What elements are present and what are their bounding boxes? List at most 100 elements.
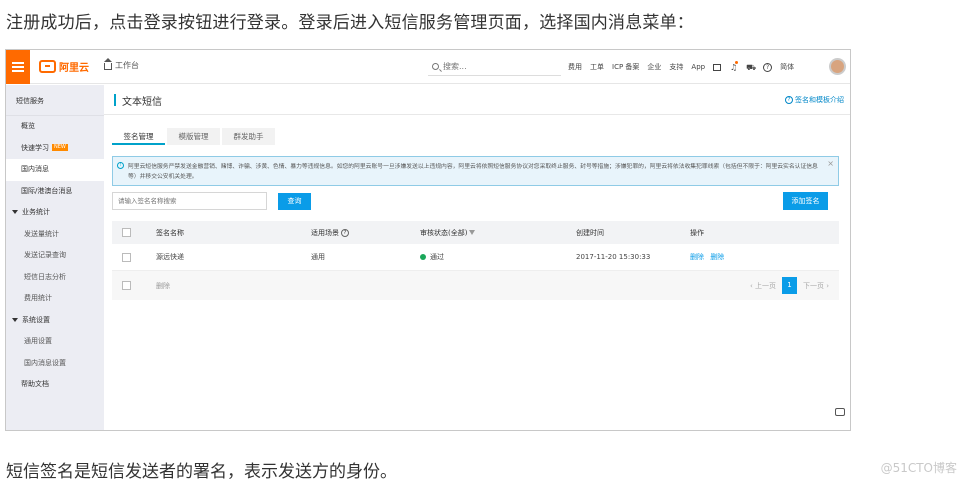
home-icon	[104, 58, 112, 70]
chat-icon	[835, 408, 845, 416]
logo-text: 阿里云	[59, 63, 89, 74]
tab-template-management[interactable]: 模版管理	[167, 128, 220, 145]
menu-icon	[12, 62, 24, 64]
sidebar-item-international-messages[interactable]: 国际/港澳台消息	[6, 181, 104, 203]
cell-scene: 通用	[311, 253, 325, 261]
sidebar-item-domestic-settings[interactable]: 国内消息设置	[6, 353, 104, 375]
feedback-chat-button[interactable]	[832, 405, 848, 419]
row-delete-link[interactable]: 删除	[710, 253, 724, 261]
sidebar-item-label: 快速学习	[21, 143, 49, 152]
caret-down-icon	[12, 210, 18, 214]
footer-select-checkbox[interactable]	[122, 281, 131, 290]
sidebar-group-system-settings[interactable]: 系统设置	[6, 310, 104, 332]
row-action-link[interactable]: 删除	[690, 253, 704, 261]
sidebar-item-label: 短信日志分析	[24, 272, 66, 281]
add-signature-button[interactable]: 添加签名	[783, 192, 828, 210]
column-header-name: 签名名称	[156, 228, 184, 237]
table-header: 签名名称 适用场景? 审核状态(全部) 创建时间 操作	[112, 221, 839, 244]
sidebar-item-overview[interactable]: 概览	[6, 116, 104, 138]
sidebar-item-label: 帮助文档	[21, 380, 49, 388]
sidebar-item-label: 系统设置	[22, 315, 50, 324]
page-header: 文本短信 ? 签名和模板介绍	[104, 85, 850, 115]
aliyun-logo-icon	[39, 60, 56, 73]
info-icon: !	[117, 162, 124, 169]
sidebar-item-log-analysis[interactable]: 短信日志分析	[6, 267, 104, 289]
console-screenshot: 阿里云 工作台 费用 工单 ICP 备案 企业 支持 App ♫ ⛟ ? 简体 …	[5, 49, 851, 431]
filter-icon[interactable]	[469, 230, 476, 235]
link-icp[interactable]: ICP 备案	[612, 62, 639, 72]
sidebar-item-label: 国际/港澳台消息	[21, 186, 73, 195]
top-navigation-bar: 阿里云 工作台 费用 工单 ICP 备案 企业 支持 App ♫ ⛟ ? 简体	[6, 50, 850, 84]
tutorial-caption-top: 注册成功后，点击登录按钮进行登录。登录后进入短信服务管理页面，选择国内消息菜单：	[6, 13, 694, 33]
apps-grid-button[interactable]	[829, 430, 851, 431]
close-icon[interactable]: ×	[827, 159, 834, 169]
column-header-created: 创建时间	[576, 228, 604, 237]
select-all-cell	[112, 228, 156, 237]
tab-bar: 签名管理 模版管理 群发助手	[112, 128, 275, 145]
sidebar-item-label: 发送记录查询	[24, 251, 66, 259]
signature-table: 签名名称 适用场景? 审核状态(全部) 创建时间 操作 源远快递 通用 通过 2…	[112, 221, 839, 300]
pager-next[interactable]: 下一页 ›	[803, 281, 829, 291]
sidebar-group-business-stats[interactable]: 业务统计	[6, 202, 104, 224]
hamburger-menu-button[interactable]	[6, 50, 30, 84]
column-header-status-label: 审核状态(全部)	[420, 228, 468, 237]
sidebar-item-label: 国内消息设置	[24, 358, 66, 367]
sidebar-item-label: 概览	[21, 122, 35, 130]
signature-search-input[interactable]	[112, 192, 267, 210]
terminal-icon[interactable]	[713, 63, 722, 71]
global-search[interactable]	[428, 58, 561, 76]
link-tickets[interactable]: 工单	[590, 62, 604, 72]
link-app[interactable]: App	[691, 63, 705, 71]
user-avatar[interactable]	[829, 58, 846, 75]
sidebar-item-label: 通用设置	[24, 337, 52, 345]
column-header-status[interactable]: 审核状态(全部)	[420, 228, 576, 238]
sidebar-item-help-docs[interactable]: 帮助文档	[6, 374, 104, 396]
bulk-delete-button[interactable]: 删除	[156, 281, 170, 291]
column-header-scene: 适用场景?	[311, 228, 420, 238]
signature-template-help-link[interactable]: ? 签名和模板介绍	[785, 95, 844, 105]
caret-down-icon	[12, 317, 18, 322]
pager-prev[interactable]: ‹ 上一页	[750, 281, 776, 291]
status-label: 通过	[430, 253, 444, 261]
bell-icon[interactable]: ♫	[729, 60, 739, 72]
sidebar-item-send-records[interactable]: 发送记录查询	[6, 245, 104, 267]
sidebar-item-label: 国内消息	[21, 165, 49, 173]
pager-prev-label: 上一页	[754, 281, 776, 290]
row-checkbox[interactable]	[122, 252, 131, 262]
sidebar-item-send-volume[interactable]: 发送量统计	[6, 224, 104, 246]
tab-signature-management[interactable]: 签名管理	[112, 128, 165, 145]
query-button[interactable]: 查询	[278, 193, 311, 210]
link-fees[interactable]: 费用	[568, 62, 582, 72]
help-icon[interactable]: ?	[763, 62, 773, 72]
cell-created-time: 2017-11-20 15:30:33	[576, 253, 651, 261]
tab-bulk-send-assistant[interactable]: 群发助手	[222, 128, 275, 145]
question-icon[interactable]: ?	[341, 228, 349, 237]
cart-icon[interactable]: ⛟	[746, 63, 756, 72]
column-header-ops: 操作	[690, 228, 704, 237]
pager-current-page[interactable]: 1	[781, 277, 797, 294]
cell-signature-name: 源远快递	[156, 253, 184, 261]
sidebar-item-quick-learn[interactable]: 快速学习 NEW	[6, 138, 104, 160]
select-all-checkbox[interactable]	[122, 228, 131, 237]
help-link-label: 签名和模板介绍	[795, 96, 844, 104]
aliyun-logo[interactable]: 阿里云	[39, 59, 89, 74]
sidebar-item-general-settings[interactable]: 通用设置	[6, 331, 104, 353]
top-links: 费用 工单 ICP 备案 企业 支持 App ♫ ⛟ ? 简体	[568, 60, 794, 72]
search-icon	[432, 63, 439, 70]
cell-status: 通过	[420, 252, 576, 262]
sidebar-item-fee-stats[interactable]: 费用统计	[6, 288, 104, 310]
table-row: 源远快递 通用 通过 2017-11-20 15:30:33 删除 删除	[112, 244, 839, 271]
link-enterprise[interactable]: 企业	[647, 62, 661, 72]
pager-next-label: 下一页	[802, 281, 824, 290]
footer-select-cell	[112, 281, 156, 290]
page-title: 文本短信	[122, 97, 162, 108]
link-support[interactable]: 支持	[669, 62, 683, 72]
workbench-label: 工作台	[115, 61, 139, 70]
global-search-input[interactable]	[443, 62, 553, 71]
status-approved-icon	[420, 254, 426, 260]
notification-dot	[735, 60, 739, 64]
watermark: @51CTO博客	[880, 461, 957, 475]
workbench-link[interactable]: 工作台	[104, 58, 139, 71]
language-switch[interactable]: 简体	[780, 62, 794, 72]
sidebar-item-domestic-messages[interactable]: 国内消息	[6, 159, 104, 181]
